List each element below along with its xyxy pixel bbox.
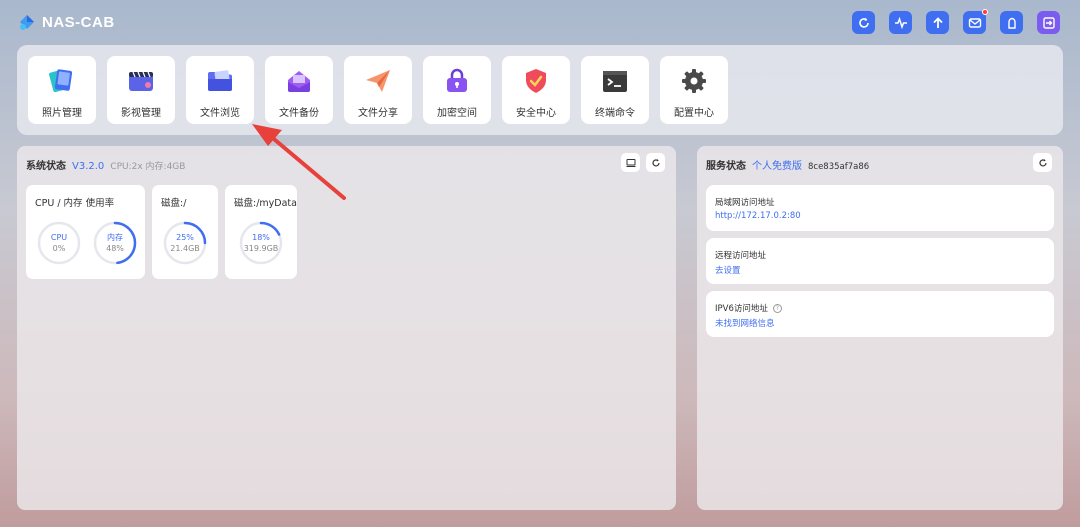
system-status-title: 系统状态 — [26, 161, 66, 172]
cpu-memory-card: CPU / 内存 使用率 CPU 0% 内存 48% — [26, 185, 145, 279]
app-label: 文件备份 — [279, 108, 319, 119]
gauge-value: 21.4GB — [170, 244, 200, 253]
gauge-label: 内存 — [107, 233, 123, 242]
app-share[interactable]: 文件分享 — [344, 56, 412, 124]
card-title: 磁盘:/ — [161, 198, 187, 209]
app-name: NAS-CAB — [42, 13, 115, 31]
service-status-panel: 服务状态 个人免费版 8ce835af7a86 局域网访问地址 http://1… — [697, 146, 1063, 510]
top-actions — [852, 9, 1060, 34]
user-button[interactable] — [1000, 11, 1023, 34]
refresh-icon — [1038, 158, 1047, 166]
version-label: V3.2.0 — [72, 161, 105, 172]
cpu-gauge: CPU 0% — [36, 220, 82, 266]
app-label: 文件分享 — [358, 108, 398, 119]
row-label: IPV6访问地址 ? — [715, 302, 782, 314]
row-label: 远程访问地址 — [715, 251, 767, 261]
refresh-icon — [651, 158, 660, 166]
gauge-label: 25% — [176, 233, 194, 242]
app-label: 终端命令 — [595, 108, 635, 119]
app-label: 照片管理 — [42, 108, 82, 119]
top-bar: NAS-CAB — [0, 0, 1080, 44]
remote-address-row: 远程访问地址 去设置 — [706, 238, 1054, 284]
mail-button[interactable] — [963, 9, 988, 34]
upload-button[interactable] — [926, 11, 949, 34]
app-encrypted-space[interactable]: 加密空间 — [423, 56, 491, 124]
card-title: 磁盘:/myData — [234, 198, 297, 209]
device-id: 8ce835af7a86 — [808, 162, 870, 172]
logout-icon — [1042, 16, 1055, 29]
mail-icon — [968, 17, 981, 28]
photos-icon — [49, 69, 73, 93]
service-status-title: 服务状态 — [706, 161, 746, 172]
hardware-specs: CPU:2x 内存:4GB — [110, 162, 186, 172]
plan-link[interactable]: 个人免费版 — [752, 157, 802, 172]
app-backup[interactable]: 文件备份 — [265, 56, 333, 124]
upload-icon — [932, 16, 943, 28]
ipv6-address-row: IPV6访问地址 ? 未找到网络信息 — [706, 291, 1054, 337]
logo: NAS-CAB — [17, 12, 115, 32]
app-label: 配置中心 — [674, 108, 714, 119]
refresh-button[interactable] — [852, 11, 875, 34]
logout-button[interactable] — [1037, 11, 1060, 34]
gear-icon — [682, 69, 706, 93]
disk-mydata-card: 磁盘:/myData 18% 319.9GB — [225, 185, 297, 279]
app-label: 文件浏览 — [200, 108, 240, 119]
logo-icon — [20, 15, 34, 30]
app-security-center[interactable]: 安全中心 — [502, 56, 570, 124]
monitor-button[interactable] — [621, 153, 640, 172]
app-label: 影视管理 — [121, 108, 161, 119]
system-refresh-button[interactable] — [646, 153, 665, 172]
gauge-value: 0% — [52, 244, 66, 253]
system-status-panel: 系统状态 V3.2.0 CPU:2x 内存:4GB CPU / 内存 使用率 C… — [17, 146, 676, 510]
memory-gauge: 内存 48% — [92, 220, 138, 266]
app-photos[interactable]: 照片管理 — [28, 56, 96, 124]
user-icon — [1007, 17, 1016, 29]
ipv6-status-link[interactable]: 未找到网络信息 — [715, 317, 775, 329]
terminal-icon — [603, 71, 627, 92]
disk-root-gauge: 25% 21.4GB — [162, 220, 208, 266]
gauge-label: CPU — [50, 233, 68, 242]
app-launcher: 照片管理 影视管理 文件浏览 文件备份 文件分享 加密空间 安全中心 终端命令 … — [17, 45, 1063, 135]
app-config-center[interactable]: 配置中心 — [660, 56, 728, 124]
lan-address-link[interactable]: http://172.17.0.2:80 — [715, 211, 801, 221]
app-video[interactable]: 影视管理 — [107, 56, 175, 124]
app-file-browser[interactable]: 文件浏览 — [186, 56, 254, 124]
monitor-icon — [626, 158, 635, 167]
notification-dot — [982, 9, 988, 15]
system-status-header: 系统状态 V3.2.0 CPU:2x 内存:4GB — [26, 157, 185, 172]
lock-icon — [447, 68, 467, 92]
disk-mydata-gauge: 18% 319.9GB — [238, 220, 284, 266]
shield-icon — [526, 69, 546, 93]
gauge-label: 18% — [252, 233, 270, 242]
remote-setup-link[interactable]: 去设置 — [715, 264, 741, 276]
service-status-header: 服务状态 个人免费版 8ce835af7a86 — [706, 157, 869, 172]
activity-button[interactable] — [889, 11, 912, 34]
service-refresh-button[interactable] — [1033, 153, 1052, 172]
refresh-icon — [858, 17, 869, 28]
gauge-value: 319.9GB — [243, 244, 279, 253]
video-icon — [129, 71, 153, 91]
share-icon — [366, 70, 390, 92]
app-terminal[interactable]: 终端命令 — [581, 56, 649, 124]
app-label: 安全中心 — [516, 108, 556, 119]
backup-icon — [288, 71, 310, 92]
activity-icon — [894, 16, 907, 29]
folder-icon — [208, 70, 232, 91]
app-label: 加密空间 — [437, 108, 477, 119]
row-label: 局域网访问地址 — [715, 198, 775, 208]
gauge-value: 48% — [106, 244, 124, 253]
card-title: CPU / 内存 使用率 — [35, 198, 115, 209]
disk-root-card: 磁盘:/ 25% 21.4GB — [152, 185, 218, 279]
help-icon[interactable]: ? — [772, 303, 782, 313]
lan-address-row: 局域网访问地址 http://172.17.0.2:80 — [706, 185, 1054, 231]
